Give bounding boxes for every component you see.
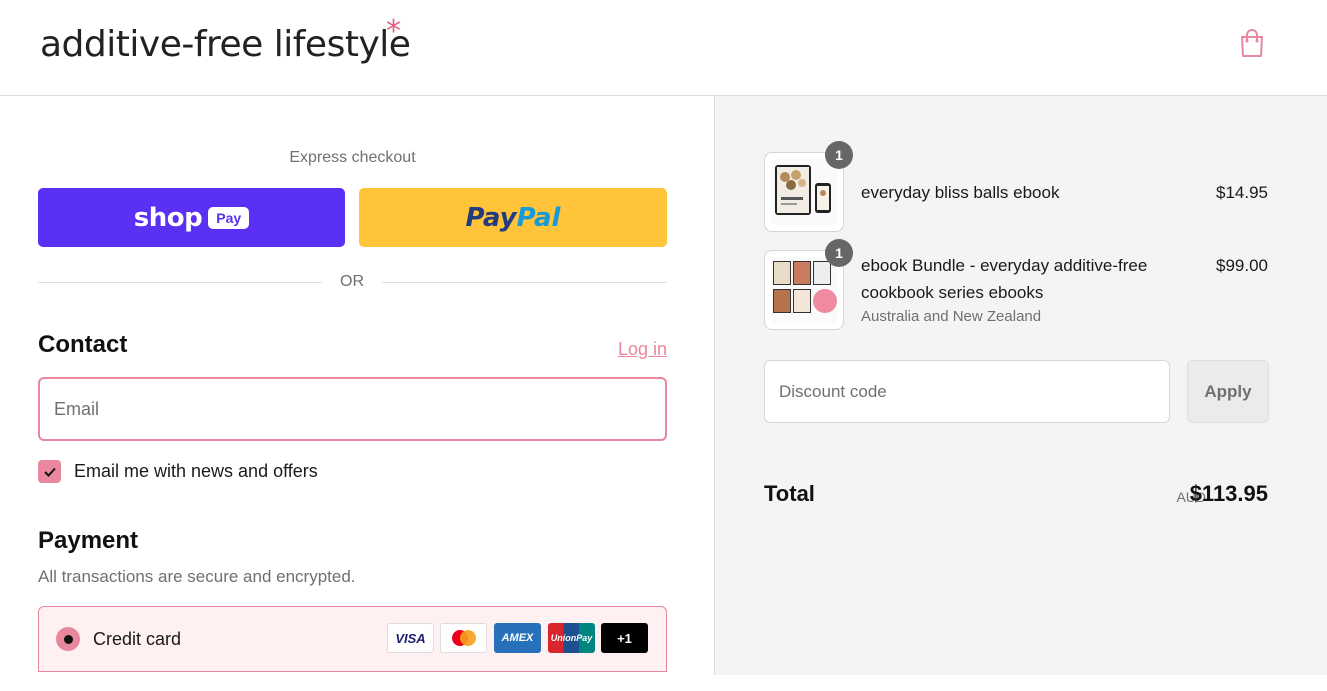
newsletter-checkbox[interactable] <box>38 460 61 483</box>
item-variant: Australia and New Zealand <box>861 308 1042 325</box>
total-label: Total <box>764 481 815 506</box>
divider <box>382 282 667 283</box>
item-name: ebook Bundle - everyday additive-free co… <box>861 256 1148 302</box>
shop-pay-button[interactable]: shop Pay <box>38 188 345 247</box>
discount-code-input[interactable] <box>764 360 1170 423</box>
credit-card-label: Credit card <box>93 629 182 649</box>
item-price: $14.95 <box>1216 183 1268 202</box>
total-amount: $113.95 <box>1189 481 1268 506</box>
store-logo[interactable]: additive-free lifestyle <box>40 24 411 65</box>
amex-icon: AMEX <box>494 623 541 653</box>
product-thumbnail: 1 <box>764 141 853 232</box>
logo-mark: * <box>386 14 401 49</box>
site-header: additive-free lifestyle * <box>0 0 1327 96</box>
ebook-bundle-image <box>771 257 837 323</box>
login-link[interactable]: Log in <box>590 339 667 360</box>
bliss-balls-ebook-image <box>771 159 837 225</box>
or-separator: OR <box>340 273 364 290</box>
unionpay-icon: UnionPay <box>548 623 595 653</box>
divider <box>38 282 322 283</box>
email-field[interactable] <box>38 377 667 441</box>
payment-heading: Payment <box>38 527 139 554</box>
shop-pay-badge: Pay <box>208 206 250 229</box>
newsletter-label[interactable]: Email me with news and offers <box>74 461 318 482</box>
quantity-badge: 1 <box>825 141 853 169</box>
checkout-form: Express checkout shop Pay Pay Pal OR Cont… <box>0 96 714 675</box>
paypal-button[interactable]: Pay Pal <box>359 188 667 247</box>
checkmark-icon <box>43 467 56 477</box>
payment-subtitle: All transactions are secure and encrypte… <box>38 567 356 586</box>
more-cards-badge: +1 <box>601 623 648 653</box>
paypal-wordmark-pay: Pay <box>465 202 517 233</box>
product-thumbnail: 1 <box>764 239 853 330</box>
order-summary: 1 everyday bliss balls ebook $14.95 1 eb… <box>714 96 1327 675</box>
paypal-wordmark-pal: Pal <box>516 202 561 233</box>
credit-card-radio[interactable] <box>56 627 80 651</box>
express-checkout-label: Express checkout <box>289 149 416 166</box>
visa-icon: VISA <box>387 623 434 653</box>
shop-pay-wordmark: shop <box>133 202 203 233</box>
contact-heading: Contact <box>38 331 128 358</box>
apply-discount-button[interactable]: Apply <box>1187 360 1269 423</box>
quantity-badge: 1 <box>825 239 853 267</box>
shopping-bag-icon[interactable] <box>1238 28 1266 58</box>
mastercard-icon <box>440 623 487 653</box>
item-price: $99.00 <box>1216 256 1268 275</box>
item-name: everyday bliss balls ebook <box>861 183 1060 202</box>
credit-card-option[interactable]: Credit card VISA AMEX UnionPay +1 <box>38 606 667 672</box>
